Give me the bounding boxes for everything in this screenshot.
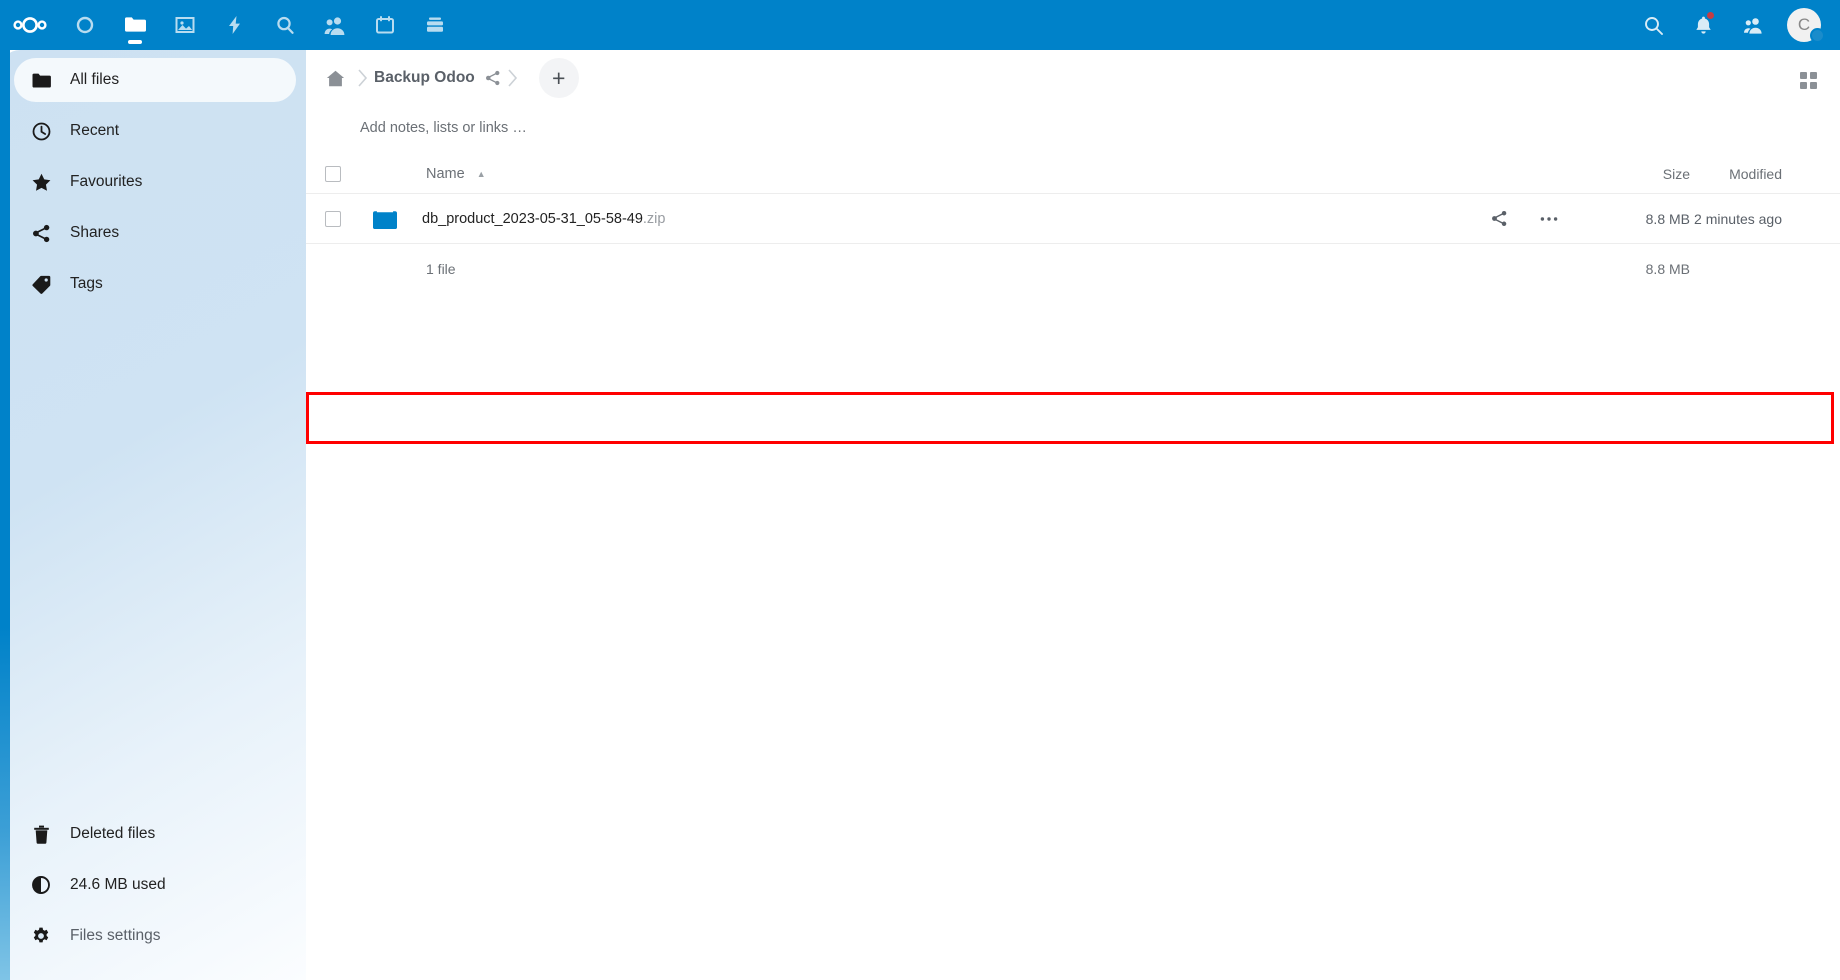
quota-pie-icon (30, 876, 52, 894)
sidebar-item-shares[interactable]: Shares (14, 211, 296, 255)
zip-archive-icon (360, 208, 412, 230)
row-actions (1474, 204, 1594, 234)
table-header-row: Name ▲ Size Modified (306, 154, 1840, 194)
app-icon-contacts[interactable] (310, 0, 360, 50)
select-all-checkbox[interactable] (325, 165, 341, 182)
contacts-menu-icon[interactable] (1728, 0, 1778, 50)
avatar[interactable]: C (1778, 0, 1830, 50)
main-content: Backup Odoo + Add notes, lists or links … (306, 50, 1840, 980)
sidebar-item-tags[interactable]: Tags (14, 262, 296, 306)
file-rows: db_product_2023-05-31_05-58-49.zip 8.8 M… (306, 194, 1840, 444)
star-icon (30, 173, 52, 191)
sidebar: All files Recent Favourites Shares Tags … (0, 50, 306, 980)
breadcrumb-current[interactable]: Backup Odoo (374, 69, 475, 87)
select-all-cell (306, 165, 360, 182)
new-file-button[interactable]: + (538, 58, 579, 98)
sidebar-item-quota[interactable]: 24.6 MB used (14, 863, 296, 907)
breadcrumb: Backup Odoo + (306, 50, 1840, 106)
sidebar-item-label: Tags (70, 275, 103, 292)
trash-icon (30, 825, 52, 844)
file-extension: .zip (642, 210, 666, 227)
share-icon (30, 224, 52, 243)
column-header-size[interactable]: Size (1594, 166, 1690, 182)
breadcrumb-separator (350, 69, 374, 87)
app-icon-search[interactable] (260, 0, 310, 50)
sidebar-item-recent[interactable]: Recent (14, 109, 296, 153)
home-icon[interactable] (320, 63, 350, 93)
avatar-status-badge (1810, 28, 1825, 43)
column-header-modified[interactable]: Modified (1690, 166, 1840, 182)
sidebar-item-favourites[interactable]: Favourites (14, 160, 296, 204)
search-icon[interactable] (1628, 0, 1678, 50)
share-icon[interactable] (1484, 204, 1514, 234)
app-icon-calendar[interactable] (360, 0, 410, 50)
summary-total-size: 8.8 MB (1645, 261, 1690, 277)
file-size: 8.8 MB (1645, 210, 1690, 227)
notification-badge (1706, 11, 1715, 20)
sidebar-item-label: Deleted files (70, 825, 156, 842)
top-header-bar: C (0, 0, 1840, 50)
tag-icon (30, 275, 52, 294)
sidebar-item-label: 24.6 MB used (70, 876, 166, 893)
sidebar-item-label: Shares (70, 224, 120, 241)
header-right-actions: C (1628, 0, 1840, 50)
sidebar-item-deleted-files[interactable]: Deleted files (14, 812, 296, 856)
sidebar-left-edge (0, 50, 10, 980)
breadcrumb-share-icon[interactable] (485, 70, 501, 86)
gear-icon (30, 927, 52, 945)
clock-icon (30, 122, 52, 141)
row-checkbox[interactable] (325, 210, 341, 227)
sidebar-item-files-settings[interactable]: Files settings (14, 914, 296, 958)
file-name-cell[interactable]: db_product_2023-05-31_05-58-49.zip (412, 211, 1474, 227)
app-icon-deck[interactable] (410, 0, 460, 50)
table-row[interactable]: db_product_2023-05-31_05-58-49.zip 8.8 M… (306, 194, 1840, 244)
sidebar-bottom-section: Deleted files 24.6 MB used Files setting… (0, 812, 306, 958)
sidebar-item-label: Files settings (70, 927, 161, 944)
folder-icon (30, 72, 52, 89)
column-header-name[interactable]: Name ▲ (412, 166, 1474, 182)
app-navigation (60, 0, 460, 50)
highlight-annotation (306, 392, 1834, 444)
row-select-cell (306, 210, 360, 227)
sort-ascending-icon: ▲ (476, 168, 486, 179)
files-table: Name ▲ Size Modified db_product_2023-05-… (306, 154, 1840, 444)
app-icon-photos[interactable] (160, 0, 210, 50)
file-modified: 2 minutes ago (1694, 210, 1782, 227)
ellipsis-icon[interactable] (1534, 204, 1564, 234)
breadcrumb-separator-2 (501, 69, 525, 87)
sidebar-item-all-files[interactable]: All files (14, 58, 296, 102)
file-basename: db_product_2023-05-31_05-58-49 (422, 210, 643, 227)
grid-view-icon[interactable] (1790, 62, 1826, 98)
nextcloud-logo[interactable] (0, 0, 60, 50)
sidebar-item-label: Recent (70, 122, 120, 139)
column-header-name-label: Name (426, 165, 465, 182)
sidebar-item-label: All files (70, 71, 120, 88)
table-summary-row: 1 file 8.8 MB (306, 244, 1840, 294)
summary-file-count: 1 file (426, 261, 456, 277)
app-icon-dashboard[interactable] (60, 0, 110, 50)
app-icon-files[interactable] (110, 0, 160, 50)
sidebar-item-label: Favourites (70, 173, 143, 190)
app-icon-activity[interactable] (210, 0, 260, 50)
notes-input[interactable]: Add notes, lists or links … (306, 106, 1840, 154)
bell-icon[interactable] (1678, 0, 1728, 50)
